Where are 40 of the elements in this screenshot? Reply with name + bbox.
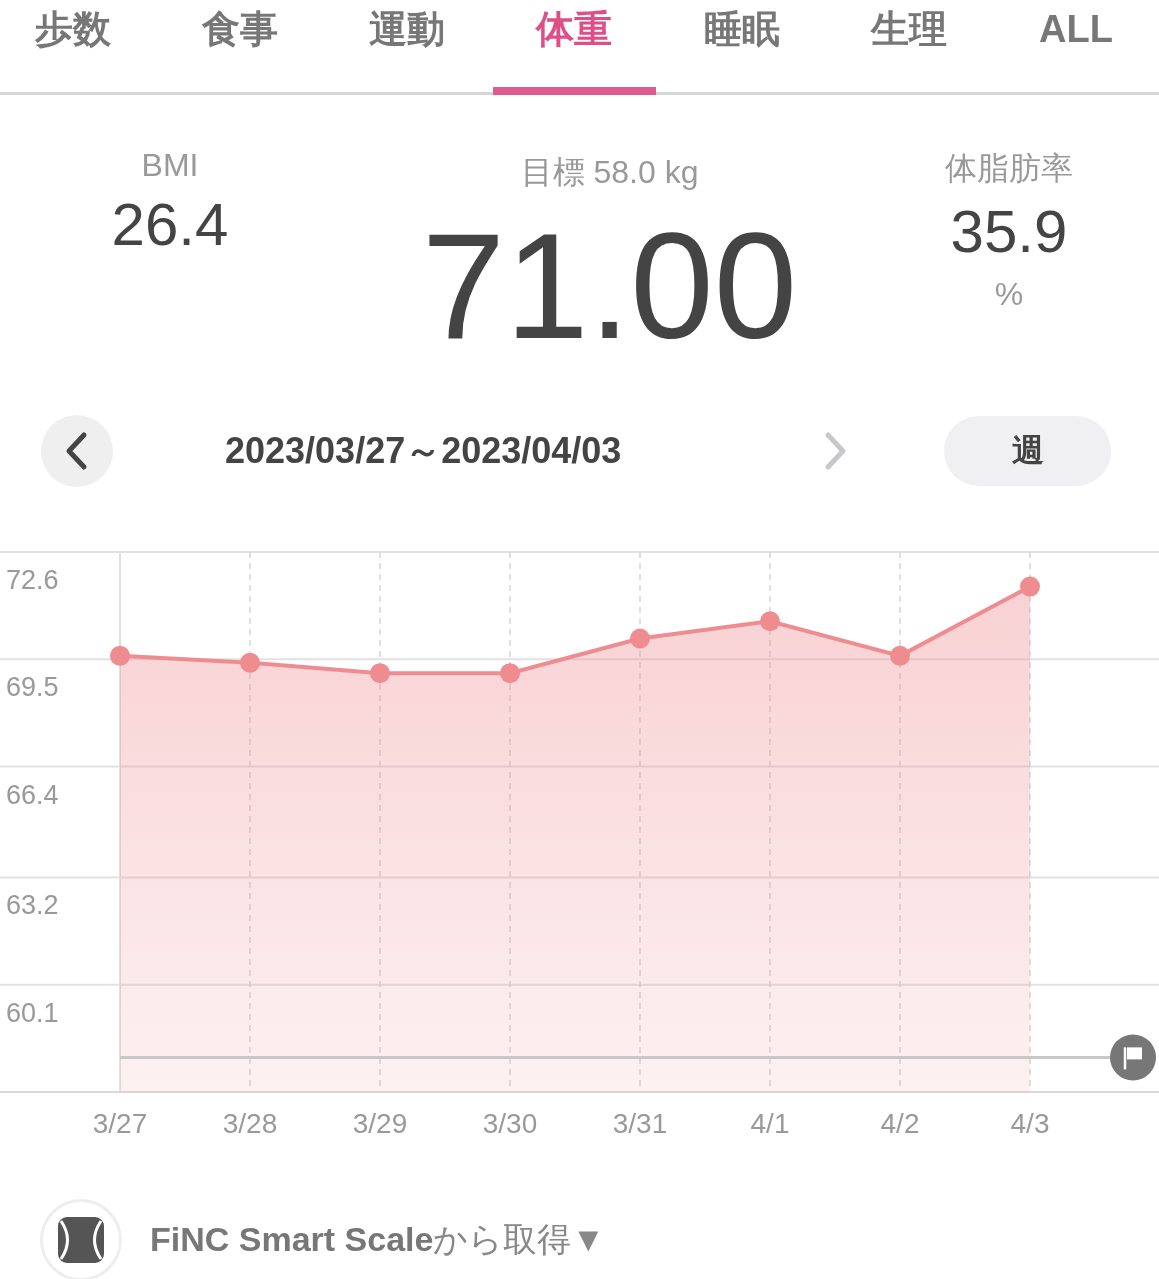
y-axis-label: 63.2 [6, 890, 59, 921]
data-point [890, 645, 910, 666]
bmi-value: 26.4 [111, 190, 229, 259]
y-axis-label: 60.1 [6, 997, 59, 1028]
date-range: 2023/03/27～2023/04/03 [225, 428, 622, 473]
goal-weight: 目標 58.0 kg [520, 153, 699, 192]
x-axis-label: 4/2 [880, 1108, 920, 1139]
period-unit-button[interactable]: 週 [944, 416, 1111, 486]
scale-icon [58, 1217, 104, 1263]
data-point [1020, 576, 1040, 597]
x-axis-label: 3/27 [92, 1108, 148, 1139]
tab[interactable]: 歩数 [35, 0, 111, 54]
y-axis-label: 72.6 [6, 565, 59, 595]
x-axis-label: 3/29 [352, 1108, 408, 1139]
tab[interactable]: ALL [1039, 0, 1113, 54]
body-fat-label: 体脂肪率 [945, 149, 1073, 188]
y-axis-label: 66.4 [6, 779, 59, 810]
tab[interactable]: 運動 [369, 0, 446, 54]
data-point [240, 652, 260, 673]
tab[interactable]: 体重 [536, 0, 613, 54]
weight-value: 71.00 [421, 211, 798, 361]
x-axis-label: 3/31 [612, 1108, 668, 1139]
x-axis-label: 4/1 [750, 1108, 790, 1139]
data-point [760, 611, 780, 632]
y-axis-label: 69.5 [6, 672, 59, 703]
x-axis-label: 3/28 [222, 1108, 278, 1139]
x-axis-label: 3/30 [482, 1108, 538, 1139]
data-source-link[interactable]: FiNC Smart Scaleから取得▼ [150, 1217, 606, 1263]
tab[interactable]: 睡眠 [703, 0, 780, 54]
body-fat-unit: % [994, 276, 1024, 313]
x-axis-label: 4/3 [1010, 1108, 1050, 1139]
bmi-label: BMI [141, 147, 199, 184]
data-point [630, 628, 650, 649]
flag-icon [1110, 1034, 1156, 1081]
body-fat-value: 35.9 [950, 197, 1068, 266]
data-point [370, 663, 390, 684]
data-point [110, 645, 130, 666]
data-point [500, 663, 520, 684]
tab[interactable]: 生理 [870, 0, 947, 54]
tab[interactable]: 食事 [202, 0, 279, 54]
